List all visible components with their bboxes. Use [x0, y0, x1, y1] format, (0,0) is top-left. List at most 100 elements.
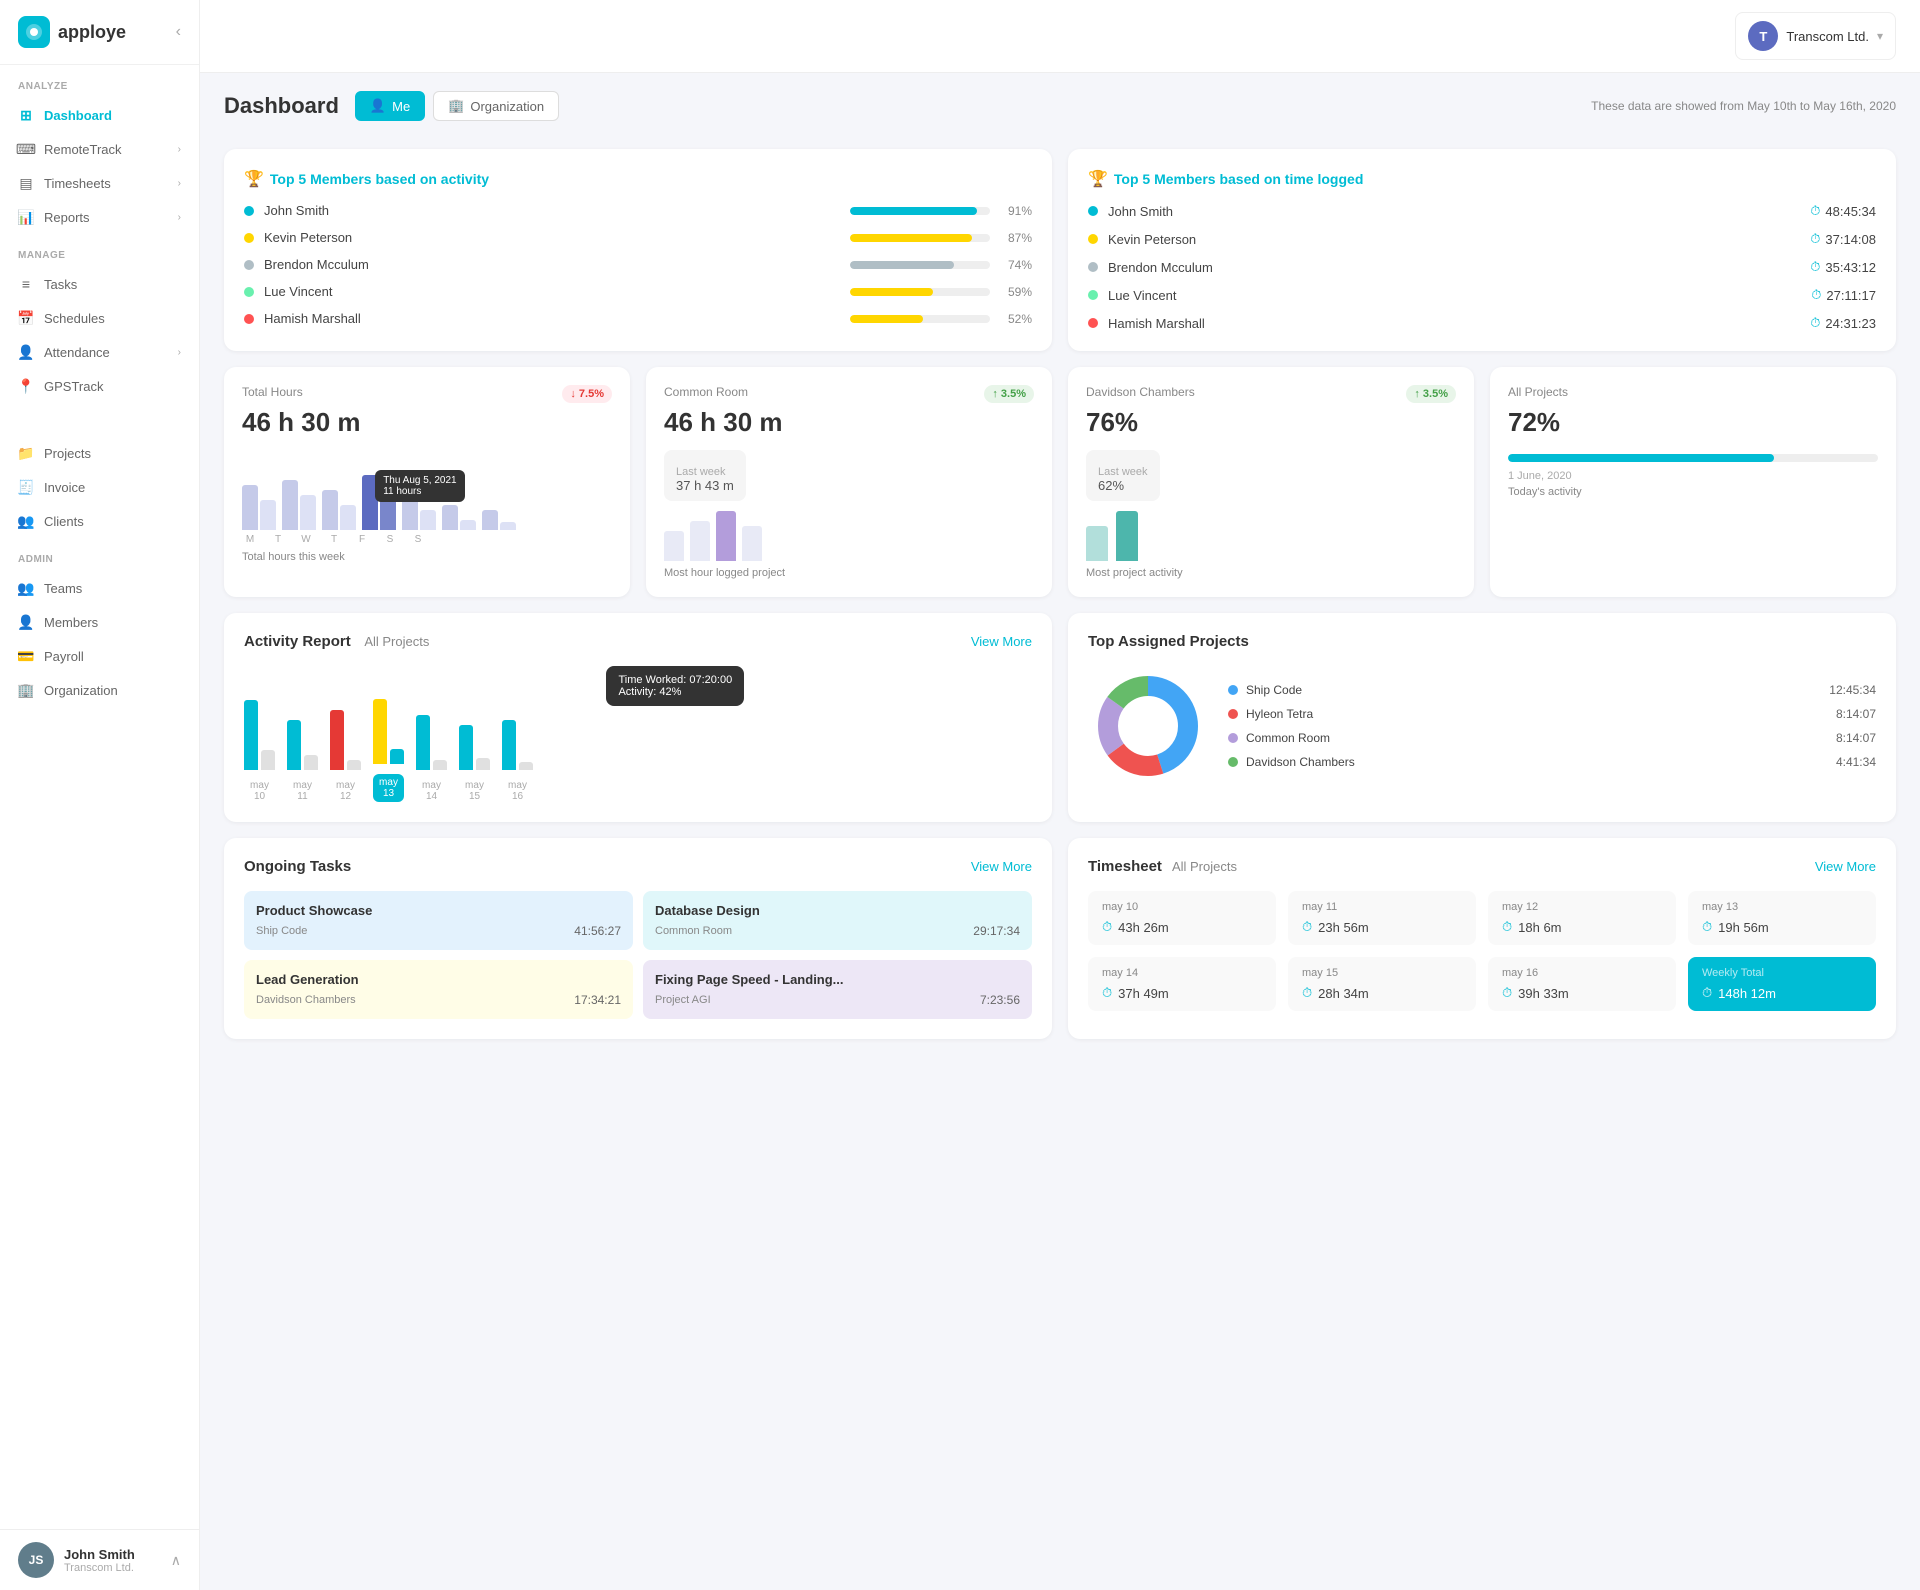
legend-row: Ship Code 12:45:34	[1228, 683, 1876, 697]
member-dot	[244, 260, 254, 270]
tab-organization[interactable]: 🏢 Organization	[433, 91, 559, 121]
user-chevron-icon[interactable]: ∧	[171, 1552, 181, 1569]
sidebar-item-tasks[interactable]: ≡ Tasks	[0, 267, 199, 301]
activity-view-more[interactable]: View More	[971, 634, 1032, 649]
bottom-row: Ongoing Tasks View More Product Showcase…	[224, 838, 1896, 1039]
member-dot-time	[1088, 206, 1098, 216]
all-projects-label: All Projects	[1508, 385, 1878, 399]
member-dot	[244, 206, 254, 216]
sidebar-item-payroll[interactable]: 💳 Payroll	[0, 639, 199, 673]
timesheet-cell-label: may 14	[1102, 967, 1262, 979]
member-dot	[244, 287, 254, 297]
tasks-view-more[interactable]: View More	[971, 859, 1032, 874]
logo-text: apploye	[58, 22, 126, 43]
total-hours-label: Total Hours	[242, 385, 612, 399]
member-pct: 52%	[1000, 312, 1032, 326]
bar-primary	[482, 510, 498, 530]
sidebar-item-teams[interactable]: 👥 Teams	[0, 571, 199, 605]
main-content: T Transcom Ltd. ▾ Dashboard 👤 Me 🏢 Organ…	[200, 0, 1920, 1590]
davidson-label: Davidson Chambers	[1086, 385, 1456, 399]
task-meta: Ship Code 41:56:27	[256, 924, 621, 938]
sidebar-item-gpstrack[interactable]: 📍 GPSTrack	[0, 369, 199, 403]
middle-row: Activity Report All Projects View More T…	[224, 613, 1896, 822]
act-bar	[433, 760, 447, 770]
section-misc-label	[0, 403, 199, 436]
task-meta: Common Room 29:17:34	[655, 924, 1020, 938]
activity-column: may14	[416, 680, 447, 802]
timesheet-weekly-total: Weekly Total ⏱ 148h 12m	[1688, 957, 1876, 1011]
sidebar-section-misc: 📁 Projects 🧾 Invoice 👥 Clients	[0, 403, 199, 538]
file-icon: 🧾	[18, 479, 34, 495]
member-time: ⏱ 48:45:34	[1810, 203, 1876, 219]
act-bar	[304, 755, 318, 770]
timesheet-cell-value: ⏱ 23h 56m	[1302, 919, 1462, 935]
progress-fill	[850, 261, 954, 269]
member-name: Brendon Mcculum	[264, 257, 840, 272]
tooltip-value: 11 hours	[383, 486, 421, 497]
sidebar-item-attendance[interactable]: 👤 Attendance ›	[0, 335, 199, 369]
clock-icon: ⏱	[1302, 919, 1312, 935]
act-bar	[373, 699, 387, 764]
clock-icon: ⏱	[1302, 985, 1312, 1001]
calendar-icon: 📅	[18, 310, 34, 326]
timesheet-cell-value: ⏱ 18h 6m	[1502, 919, 1662, 935]
member-time: ⏱ 37:14:08	[1810, 231, 1876, 247]
ongoing-tasks-card: Ongoing Tasks View More Product Showcase…	[224, 838, 1052, 1039]
top-projects-card: Top Assigned Projects Ship Code 12:	[1068, 613, 1896, 822]
org-tree-icon: 🏢	[448, 98, 464, 114]
task-time: 7:23:56	[980, 993, 1020, 1007]
sidebar-label-attendance: Attendance	[44, 345, 168, 360]
tab-me[interactable]: 👤 Me	[355, 91, 425, 121]
section-admin-label: Admin	[0, 538, 199, 571]
member-name-time: Brendon Mcculum	[1108, 260, 1800, 275]
user-avatar: JS	[18, 1542, 54, 1578]
sidebar-item-members[interactable]: 👤 Members	[0, 605, 199, 639]
sidebar-item-projects[interactable]: 📁 Projects	[0, 436, 199, 470]
act-bar-wrap	[373, 674, 404, 764]
dropdown-arrow-icon: ▾	[1877, 29, 1883, 43]
act-bar	[347, 760, 361, 770]
timesheet-view-more[interactable]: View More	[1815, 859, 1876, 874]
user-info: John Smith Transcom Ltd.	[64, 1547, 161, 1574]
task-time: 17:34:21	[574, 993, 621, 1007]
sidebar-item-reports[interactable]: 📊 Reports ›	[0, 200, 199, 234]
timesheet-cell-label: may 16	[1502, 967, 1662, 979]
timesheet-cell-value: ⏱ 43h 26m	[1102, 919, 1262, 935]
ongoing-tasks-header: Ongoing Tasks View More	[244, 858, 1032, 875]
company-selector[interactable]: T Transcom Ltd. ▾	[1735, 12, 1896, 60]
person-icon: 👤	[370, 98, 386, 114]
progress-fill	[850, 234, 972, 242]
sidebar-item-organization[interactable]: 🏢 Organization	[0, 673, 199, 707]
chevron-icon: ›	[178, 144, 181, 155]
stats-row: Total Hours 46 h 30 m ↓ 7.5% Thu Aug 5, …	[224, 367, 1896, 597]
timesheet-cell: may 15 ⏱ 28h 34m	[1288, 957, 1476, 1011]
sidebar-item-dashboard[interactable]: ⊞ Dashboard	[0, 98, 199, 132]
sidebar-label-clients: Clients	[44, 514, 181, 529]
timesheet-cell-value: ⏱ 28h 34m	[1302, 985, 1462, 1001]
timesheet-cell-label: may 11	[1302, 901, 1462, 913]
act-date-label: may15	[465, 780, 484, 802]
time-member-row: Kevin Peterson ⏱ 37:14:08	[1088, 231, 1876, 247]
bar-primary	[282, 480, 298, 530]
timesheet-card: Timesheet All Projects View More may 10 …	[1068, 838, 1896, 1039]
act-bar	[244, 700, 258, 770]
sidebar-label-payroll: Payroll	[44, 649, 181, 664]
member-pct: 87%	[1000, 231, 1032, 245]
sidebar-item-schedules[interactable]: 📅 Schedules	[0, 301, 199, 335]
progress-bar	[850, 207, 990, 215]
act-date-label: may13	[373, 774, 404, 802]
clock-icon: ⏱	[1102, 985, 1112, 1001]
act-date-label: may10	[250, 780, 269, 802]
sidebar-item-invoice[interactable]: 🧾 Invoice	[0, 470, 199, 504]
member-name-time: John Smith	[1108, 204, 1800, 219]
sidebar-item-remotetrack[interactable]: ⌨ RemoteTrack ›	[0, 132, 199, 166]
clock-icon-total: ⏱	[1702, 985, 1712, 1001]
activity-member-row: Lue Vincent 59%	[244, 284, 1032, 299]
clock-icon: ⏱	[1810, 315, 1820, 331]
sidebar-item-clients[interactable]: 👥 Clients	[0, 504, 199, 538]
sidebar-item-timesheets[interactable]: ▤ Timesheets ›	[0, 166, 199, 200]
task-card: Database Design Common Room 29:17:34	[643, 891, 1032, 950]
legend-name: Ship Code	[1246, 683, 1821, 697]
sidebar-toggle[interactable]: ‹	[176, 23, 181, 41]
member-dot-time	[1088, 318, 1098, 328]
